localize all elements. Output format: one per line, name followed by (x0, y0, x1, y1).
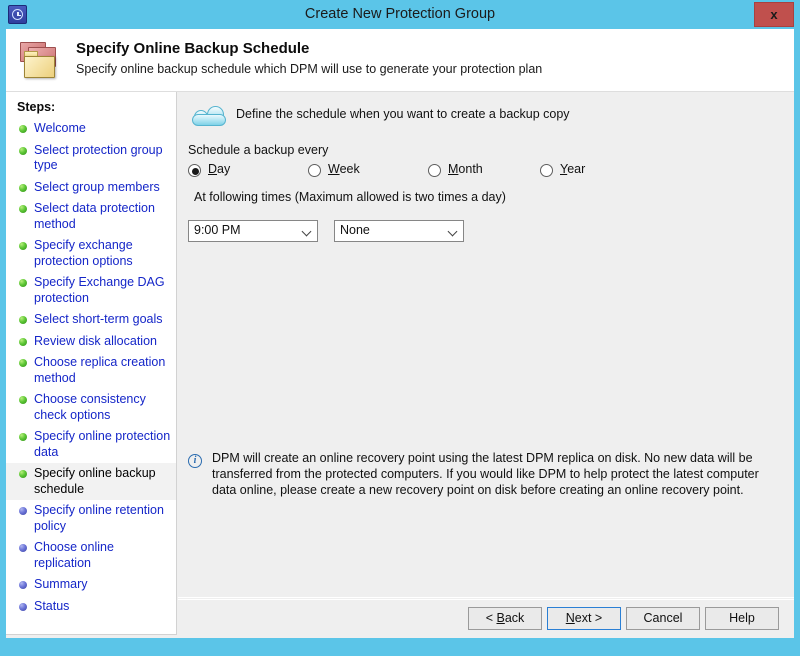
sidebar-item-select-protection-group-type[interactable]: Select protection group type (6, 140, 177, 177)
sidebar-item-choose-replica-creation-method[interactable]: Choose replica creation method (6, 352, 177, 389)
steps-list: Welcome Select protection group type Selec… (6, 118, 177, 617)
step-bullet-icon (19, 507, 27, 515)
sidebar-item-label: Select short-term goals (34, 312, 171, 328)
cloud-banner: Define the schedule when you want to cre… (188, 100, 788, 132)
radio-label: Year (560, 162, 585, 176)
sidebar-item-label: Choose consistency check options (34, 392, 171, 423)
folder-stack-icon (18, 39, 62, 81)
times-label: At following times (Maximum allowed is t… (194, 190, 506, 204)
sidebar-item-label: Specify online protection data (34, 429, 171, 460)
page-title: Specify Online Backup Schedule (76, 40, 309, 57)
info-icon: i (188, 454, 202, 468)
back-button[interactable]: < Back (468, 607, 542, 630)
step-bullet-icon (19, 242, 27, 250)
cloud-icon (190, 104, 230, 128)
sidebar-item-select-short-term-goals[interactable]: Select short-term goals (6, 309, 177, 331)
step-bullet-icon (19, 470, 27, 478)
dialog-window: Create New Protection Group x Specify On… (0, 0, 800, 656)
step-bullet-icon (19, 581, 27, 589)
cloud-banner-text: Define the schedule when you want to cre… (236, 107, 570, 121)
sidebar-item-label: Choose online replication (34, 540, 171, 571)
radio-label: Month (448, 162, 483, 176)
step-bullet-icon (19, 279, 27, 287)
sidebar-item-specify-online-backup-schedule[interactable]: Specify online backup schedule (6, 463, 177, 500)
step-bullet-icon (19, 147, 27, 155)
help-button[interactable]: Help (705, 607, 779, 630)
radio-button-icon (540, 164, 553, 177)
time-dropdown-2[interactable]: None (334, 220, 464, 242)
sidebar-item-select-data-protection-method[interactable]: Select data protection method (6, 198, 177, 235)
step-bullet-icon (19, 359, 27, 367)
sidebar-item-label: Status (34, 599, 171, 615)
radio-label: Day (208, 162, 230, 176)
schedule-label: Schedule a backup every (188, 143, 328, 157)
step-bullet-icon (19, 338, 27, 346)
sidebar-item-review-disk-allocation[interactable]: Review disk allocation (6, 331, 177, 353)
time-dropdown-1-value: 9:00 PM (194, 223, 241, 237)
step-bullet-icon (19, 396, 27, 404)
time-dropdown-2-value: None (340, 223, 370, 237)
steps-sidebar: Steps: Welcome Select protection group ty… (6, 92, 177, 635)
page-header: Specify Online Backup Schedule Specify o… (6, 29, 794, 92)
sidebar-item-select-group-members[interactable]: Select group members (6, 177, 177, 199)
radio-button-icon (188, 164, 201, 177)
sidebar-item-label: Select group members (34, 180, 171, 196)
sidebar-item-label: Specify Exchange DAG protection (34, 275, 171, 306)
steps-heading: Steps: (17, 100, 55, 114)
sidebar-item-label: Select data protection method (34, 201, 171, 232)
step-bullet-icon (19, 184, 27, 192)
step-bullet-icon (19, 205, 27, 213)
sidebar-item-specify-exchange-protection-options[interactable]: Specify exchange protection options (6, 235, 177, 272)
sidebar-item-choose-online-replication[interactable]: Choose online replication (6, 537, 177, 574)
sidebar-item-label: Select protection group type (34, 143, 171, 174)
next-button[interactable]: Next > (547, 607, 621, 630)
sidebar-item-label: Specify online retention policy (34, 503, 171, 534)
step-bullet-icon (19, 125, 27, 133)
frequency-radio-group: Day Week Month Year (188, 162, 788, 182)
info-note-text: DPM will create an online recovery point… (212, 450, 780, 498)
dialog-body: Steps: Welcome Select protection group ty… (6, 92, 794, 638)
sidebar-item-label: Specify exchange protection options (34, 238, 171, 269)
sidebar-item-label: Summary (34, 577, 171, 593)
cancel-button[interactable]: Cancel (626, 607, 700, 630)
sidebar-item-label: Choose replica creation method (34, 355, 171, 386)
step-bullet-icon (19, 433, 27, 441)
sidebar-item-status[interactable]: Status (6, 596, 177, 618)
sidebar-item-specify-online-retention-policy[interactable]: Specify online retention policy (6, 500, 177, 537)
title-bar: Create New Protection Group x (0, 0, 800, 29)
sidebar-item-label: Review disk allocation (34, 334, 171, 350)
button-bar: < Back Next > Cancel Help (178, 599, 794, 637)
time-dropdown-1[interactable]: 9:00 PM (188, 220, 318, 242)
radio-button-icon (308, 164, 321, 177)
sidebar-item-label: Welcome (34, 121, 171, 137)
sidebar-item-specify-exchange-dag-protection[interactable]: Specify Exchange DAG protection (6, 272, 177, 309)
sidebar-item-label: Specify online backup schedule (34, 466, 171, 497)
sidebar-item-specify-online-protection-data[interactable]: Specify online protection data (6, 426, 177, 463)
sidebar-item-summary[interactable]: Summary (6, 574, 177, 596)
radio-button-icon (428, 164, 441, 177)
sidebar-item-choose-consistency-check-options[interactable]: Choose consistency check options (6, 389, 177, 426)
chevron-down-icon (302, 227, 312, 237)
window-title: Create New Protection Group (0, 0, 800, 29)
step-bullet-icon (19, 603, 27, 611)
radio-label: Week (328, 162, 360, 176)
step-bullet-icon (19, 544, 27, 552)
close-button[interactable]: x (754, 2, 794, 27)
step-bullet-icon (19, 316, 27, 324)
chevron-down-icon (448, 227, 458, 237)
sidebar-item-welcome[interactable]: Welcome (6, 118, 177, 140)
page-subtitle: Specify online backup schedule which DPM… (76, 62, 542, 76)
main-panel: Define the schedule when you want to cre… (178, 92, 794, 598)
